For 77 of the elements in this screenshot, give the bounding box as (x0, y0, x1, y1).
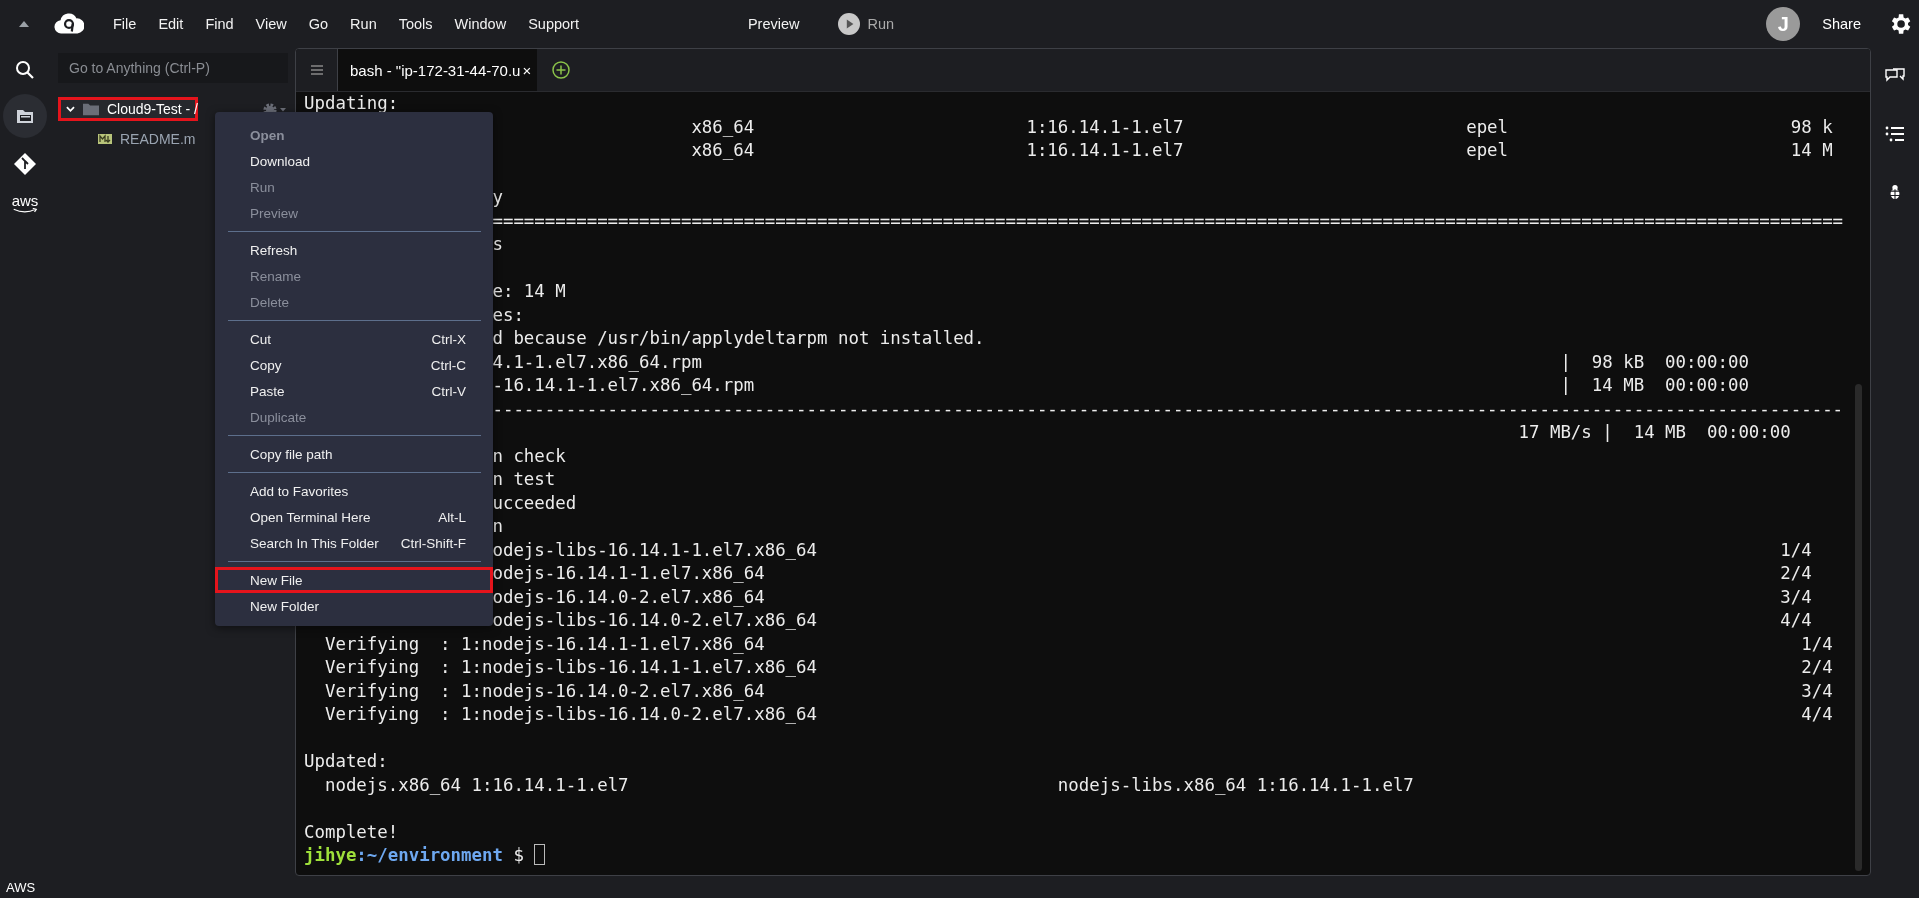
tree-folder-item[interactable]: Cloud9-Test - / (58, 97, 198, 121)
terminal-line: Verifying : 1:nodejs-16.14.1-1.el7.x86_64 1/4 (323, 632, 1833, 656)
menu-item[interactable]: Tools (387, 16, 444, 32)
terminal-line: Complete! (304, 820, 399, 844)
menu-item[interactable]: Go (297, 16, 340, 32)
chevron-down-icon[interactable] (66, 105, 75, 113)
context-menu-item[interactable]: Cut Ctrl-X (215, 326, 493, 352)
terminal-line: x86_64 1:16.14.1-1.el7 epel 14 M (690, 139, 1833, 162)
menu-item[interactable]: View (244, 16, 298, 32)
context-menu-item[interactable]: Search In This Folder Ctrl-Shift-F (215, 530, 493, 556)
search-field[interactable]: Go to Anything (Ctrl-P) (58, 53, 288, 83)
terminal-line: Updated: (304, 750, 388, 773)
context-menu-item[interactable]: Download (215, 148, 493, 174)
run-button[interactable]: Run (837, 13, 895, 35)
terminal-line: odejs-libs-16.14.1-1.el7.x86_64 1/4 (492, 538, 1812, 562)
menu-item[interactable]: Find (194, 16, 245, 32)
prompt-user: jihye (304, 845, 357, 865)
git-diamond-icon[interactable] (13, 152, 37, 176)
terminal-line: n test (492, 468, 556, 491)
terminal-line: d because /usr/bin/applydeltarpm not installed. (492, 327, 985, 350)
text-cursor (534, 844, 546, 865)
folder-icon (82, 102, 99, 116)
terminal-tab[interactable]: bash - "ip-172-31-44-70.u× (338, 49, 538, 91)
files-panel-button[interactable] (3, 94, 47, 138)
close-tab-button[interactable]: × (522, 61, 532, 79)
terminal-line: ================================================================================================================================= (492, 209, 1844, 233)
terminal-line: y (492, 186, 503, 209)
scrollbar[interactable] (1855, 384, 1862, 871)
chat-icon[interactable] (1885, 68, 1905, 84)
terminal-line: odejs-16.14.1-1.el7.x86_64 2/4 (492, 562, 1812, 585)
smile-arrow-icon (12, 208, 38, 214)
menu-item[interactable]: Window (443, 16, 518, 32)
terminal-line: -16.14.1-1.el7.x86_64.rpm | 14 MB 00:00:00 (492, 374, 1749, 397)
folders-icon (15, 107, 35, 125)
terminal-line: es: (492, 303, 524, 327)
terminal-line: n (492, 515, 503, 538)
add-tab-icon[interactable] (551, 60, 572, 80)
terminal-line: e: 14 M (492, 280, 566, 303)
menu-item[interactable]: File (102, 16, 148, 32)
tab-title: bash - "ip-172-31-44-70.u (350, 61, 521, 79)
cloud-logo-icon[interactable] (54, 13, 84, 35)
preview-button[interactable]: Preview (747, 16, 800, 32)
terminal-line: Updating: (304, 92, 399, 115)
markdown-file-icon (98, 134, 112, 144)
terminal-line: ucceeded (492, 491, 577, 515)
terminal-line: Verifying : 1:nodejs-16.14.0-2.el7.x86_64 3/4 (323, 679, 1833, 703)
context-menu-item[interactable]: Copy file path (215, 441, 493, 467)
terminal-line: s (492, 233, 503, 256)
menu-item[interactable]: Run (339, 16, 388, 32)
terminal-line: nodejs.x86_64 1:16.14.1-1.el7 nodejs-libs.x86_64 1:16.14.1-1.el7 (323, 773, 1414, 797)
context-menu-item[interactable]: New File (215, 567, 493, 593)
menu-item[interactable]: Edit (147, 16, 195, 32)
prompt-path: :~/environment (356, 845, 503, 865)
play-icon (837, 13, 860, 35)
prompt-symbol: $ (513, 845, 524, 865)
terminal-line: --------------------------------------------------------------------------------------------------------------------------------- (492, 397, 1844, 421)
status-label: AWS (6, 880, 36, 895)
context-menu-item[interactable]: Refresh (215, 237, 493, 263)
terminal-line: 4.1-1.el7.x86_64.rpm | 98 kB 00:00:00 (492, 350, 1749, 374)
aws-rail-label[interactable]: aws (11, 194, 39, 208)
terminal-line: odejs-libs-16.14.0-2.el7.x86_64 4/4 (492, 609, 1812, 632)
terminal-line: Verifying : 1:nodejs-libs-16.14.1-1.el7.x86_64 2/4 (323, 656, 1833, 679)
terminal-line: odejs-16.14.0-2.el7.x86_64 3/4 (492, 585, 1812, 609)
terminal-line: Verifying : 1:nodejs-libs-16.14.0-2.el7.x86_64 4/4 (323, 703, 1833, 726)
context-menu-item[interactable]: Copy Ctrl-C (215, 352, 493, 378)
terminal-line: 17 MB/s | 14 MB 00:00:00 (1517, 421, 1791, 444)
search-icon[interactable] (15, 60, 35, 80)
terminal-line: x86_64 1:16.14.1-1.el7 epel 98 k (690, 115, 1833, 139)
context-menu-item[interactable]: Paste Ctrl-V (215, 378, 493, 404)
context-menu-item[interactable]: Open Terminal Here Alt-L (215, 504, 493, 530)
list-icon[interactable] (1885, 126, 1905, 142)
context-menu-item[interactable]: New Folder (215, 593, 493, 619)
context-menu-item[interactable]: Add to Favorites (215, 478, 493, 504)
menu-item[interactable]: Support (517, 16, 590, 32)
share-button[interactable]: Share (1822, 16, 1861, 32)
terminal-line: n check (492, 444, 566, 468)
collapse-caret-icon[interactable] (18, 20, 30, 28)
